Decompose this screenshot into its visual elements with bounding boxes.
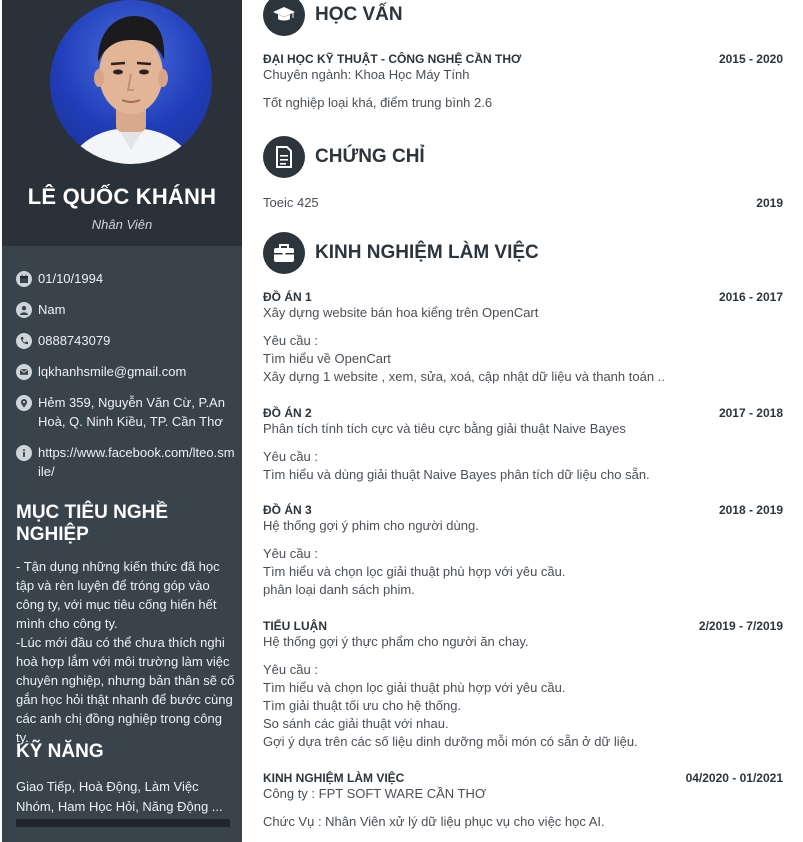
requirement-item: Tìm hiểu về OpenCart	[263, 351, 391, 366]
project-title: ĐỒ ÁN 3	[263, 503, 312, 517]
profile-header: LÊ QUỐC KHÁNH Nhân Viên	[2, 0, 242, 246]
requirements-label: Yêu cầu :	[263, 546, 318, 561]
education-entry: ĐẠI HỌC KỸ THUẬT - CÔNG NGHỆ CẦN THƠ 201…	[263, 52, 783, 112]
project-description: Hệ thống gợi ý thực phẩm cho người ăn ch…	[263, 634, 529, 649]
briefcase-icon	[263, 232, 305, 274]
school-name: ĐẠI HỌC KỸ THUẬT - CÔNG NGHỆ CẦN THƠ	[263, 52, 522, 66]
email-icon	[16, 364, 32, 380]
job-title: KINH NGHIỆM LÀM VIỆC	[263, 771, 405, 785]
requirements-label: Yêu cầu :	[263, 333, 318, 348]
project-description: Phân tích tính tích cực và tiêu cực bằng…	[263, 421, 626, 436]
contact-text: https://www.facebook.com/lteo.smile/	[38, 445, 235, 479]
requirement-item: phân loại danh sách phim.	[263, 582, 415, 597]
contact-text: lqkhanhsmile@gmail.com	[38, 364, 187, 379]
section-title: KINH NGHIỆM LÀM VIỆC	[315, 242, 539, 263]
profile-position: Nhân Viên	[91, 217, 153, 232]
contact-phone[interactable]: 0888743079	[16, 331, 236, 350]
contact-text: 01/10/1994	[38, 271, 104, 286]
project-date: 2/2019 - 7/2019	[698, 619, 783, 633]
document-icon	[263, 136, 305, 178]
project-date: 2016 - 2017	[718, 290, 783, 304]
contact-text: 0888743079	[38, 333, 111, 348]
contact-text: Hẻm 359, Nguyễn Văn Cừ, P.An Hoà, Q. Nin…	[38, 395, 225, 429]
project-entry: ĐỒ ÁN 3 2018 - 2019 Hệ thống gợi ý phim …	[263, 503, 783, 599]
requirement-item: Xây dựng 1 website , xem, sửa, xoá, cập …	[263, 369, 665, 384]
education-date: 2015 - 2020	[718, 52, 783, 66]
education-section-header: HỌC VẤN	[263, 0, 403, 36]
graduation-cap-icon	[263, 0, 305, 36]
certificate-entry: Toeic 425 2019	[263, 194, 783, 212]
requirement-item: Tìm hiểu và chọn lọc giải thuật phù hợp …	[263, 680, 566, 695]
project-title: ĐỒ ÁN 2	[263, 406, 312, 420]
job-entry: KINH NGHIỆM LÀM VIỆC 04/2020 - 01/2021 C…	[263, 771, 783, 831]
project-title: TIỂU LUẬN	[263, 619, 327, 633]
certificates-section-header: CHỨNG CHỈ	[263, 136, 425, 178]
contact-address: Hẻm 359, Nguyễn Văn Cừ, P.An Hoà, Q. Nin…	[16, 393, 236, 431]
requirement-item: Gợi ý dựa trên các số liệu dinh dưỡng mỗ…	[263, 734, 638, 749]
certificate-name: Toeic 425	[263, 195, 319, 210]
contact-list: 01/10/1994 Nam 0888743079 lqkhanhsmile@g…	[16, 269, 236, 493]
project-description: Hệ thống gợi ý phim cho người dùng.	[263, 518, 479, 533]
project-date: 2018 - 2019	[718, 503, 783, 517]
requirement-item: Tìm hiểu và dùng giải thuật Naive Bayes …	[263, 467, 650, 482]
project-entry: ĐỒ ÁN 2 2017 - 2018 Phân tích tính tích …	[263, 406, 783, 484]
job-role: Chức Vụ : Nhân Viên xử lý dữ liệu phục v…	[263, 814, 605, 829]
certificate-date: 2019	[756, 196, 783, 210]
contact-facebook[interactable]: https://www.facebook.com/lteo.smile/	[16, 443, 236, 481]
project-date: 2017 - 2018	[718, 406, 783, 420]
user-icon	[16, 302, 32, 318]
calendar-icon	[16, 271, 32, 287]
requirement-item: So sánh các giải thuật với nhau.	[263, 716, 449, 731]
location-icon	[16, 395, 32, 411]
skills-heading: KỸ NĂNG	[16, 741, 104, 762]
requirement-item: Tìm hiểu và chọn lọc giải thuật phù hợp …	[263, 564, 566, 579]
sidebar: LÊ QUỐC KHÁNH Nhân Viên 01/10/1994 Nam 0…	[2, 0, 242, 842]
project-description: Xây dựng website bán hoa kiểng trên Open…	[263, 305, 539, 320]
objective-text: - Tận dụng những kiến thức đã học tập và…	[16, 559, 235, 745]
contact-birthday: 01/10/1994	[16, 269, 236, 288]
project-entry: ĐỒ ÁN 1 2016 - 2017 Xây dựng website bán…	[263, 290, 783, 386]
contact-email[interactable]: lqkhanhsmile@gmail.com	[16, 362, 236, 381]
info-icon	[16, 445, 32, 461]
skills-text: Giao Tiếp, Hoà Động, Làm Việc Nhóm, Ham …	[16, 779, 223, 814]
profile-name: LÊ QUỐC KHÁNH	[27, 184, 217, 209]
education-major: Chuyên ngành: Khoa Học Máy Tính	[263, 67, 470, 82]
contact-gender: Nam	[16, 300, 236, 319]
project-title: ĐỒ ÁN 1	[263, 290, 312, 304]
requirements-label: Yêu cầu :	[263, 449, 318, 464]
requirement-item: Tìm giải thuật tối ưu cho hệ thống.	[263, 698, 462, 713]
job-company: Công ty : FPT SOFT WARE CẦN THƠ	[263, 786, 487, 801]
requirements-label: Yêu cầu :	[263, 662, 318, 677]
skill-bar	[16, 819, 230, 827]
avatar	[50, 0, 212, 164]
contact-text: Nam	[38, 302, 66, 317]
job-date: 04/2020 - 01/2021	[685, 771, 783, 785]
phone-icon	[16, 333, 32, 349]
section-title: HỌC VẤN	[315, 4, 403, 25]
section-title: CHỨNG CHỈ	[315, 146, 425, 167]
education-result: Tốt nghiệp loại khá, điểm trung bình 2.6	[263, 95, 493, 110]
objective-heading: MỤC TIÊU NGHỀ NGHIỆP	[16, 502, 168, 545]
project-entry: TIỂU LUẬN 2/2019 - 7/2019 Hệ thống gợi ý…	[263, 619, 783, 751]
experience-section-header: KINH NGHIỆM LÀM VIỆC	[263, 232, 539, 274]
